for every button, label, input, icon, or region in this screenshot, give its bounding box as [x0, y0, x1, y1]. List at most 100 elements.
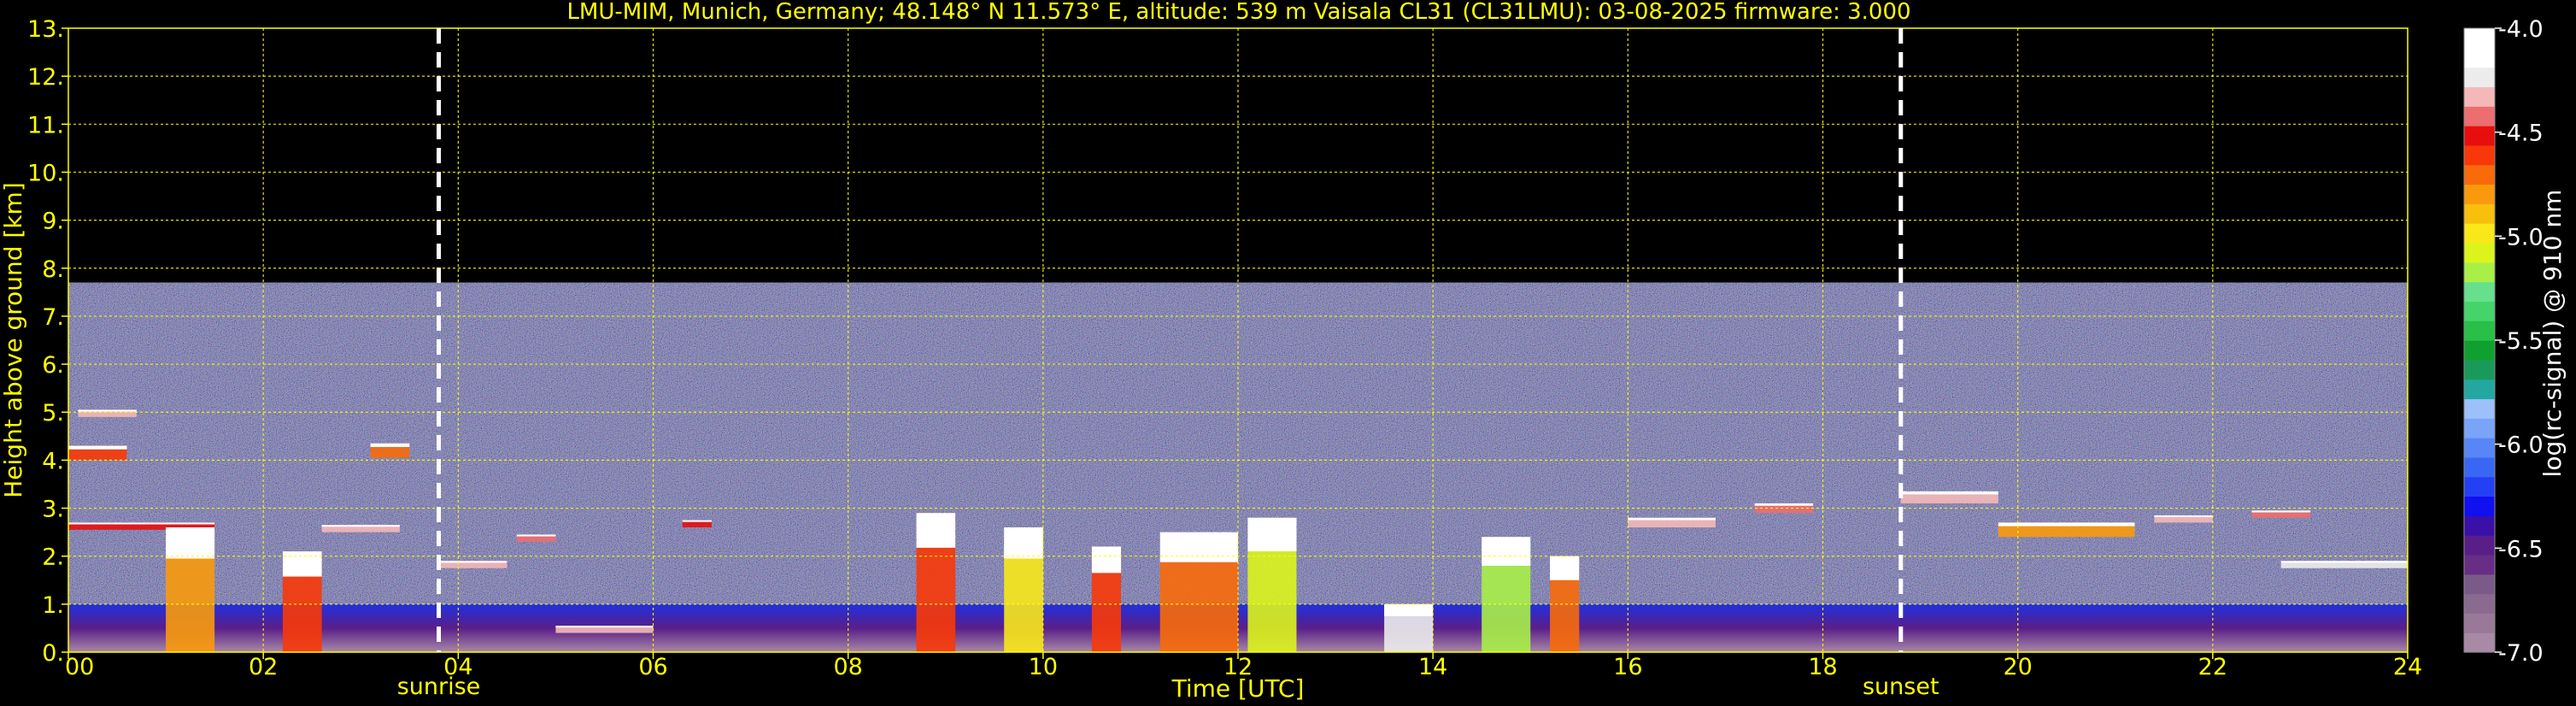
colorbar-tick-label: -5.0	[2498, 224, 2544, 250]
colorbar-swatch	[2464, 28, 2495, 49]
x-tick-label: 22	[2198, 654, 2227, 680]
cloud-base-highlight	[1004, 527, 1043, 559]
colorbar-tick-label: -5.5	[2498, 328, 2544, 355]
colorbar-swatch	[2464, 554, 2495, 575]
x-tick-label: 02	[249, 654, 278, 680]
cloud-base-highlight	[166, 527, 215, 559]
y-tick-label: 12.	[27, 64, 64, 91]
colorbar-swatch	[2464, 613, 2495, 633]
cloud-base-highlight	[321, 525, 400, 527]
cloud-base-highlight	[2251, 510, 2310, 513]
cloud-base-highlight	[1091, 546, 1122, 574]
x-tick-label: 04	[443, 654, 472, 680]
cloud-base-highlight	[1159, 532, 1238, 562]
y-tick-label: 10.	[27, 160, 64, 186]
cloud-base-highlight	[282, 551, 322, 577]
colorbar-swatch	[2464, 476, 2495, 497]
colorbar-swatch	[2464, 321, 2495, 341]
cloud-base-highlight	[78, 409, 137, 412]
colorbar-swatch	[2464, 203, 2495, 224]
colorbar-swatch	[2464, 242, 2495, 263]
colorbar-swatches	[2463, 27, 2496, 653]
colorbar-tick-label: -6.5	[2498, 536, 2544, 562]
colorbar-swatch	[2464, 515, 2495, 536]
colorbar-swatch	[2464, 574, 2495, 595]
x-tick-label: 18	[1808, 654, 1837, 680]
y-tick-label: 5.	[42, 400, 64, 427]
colorbar-tick-label: -4.5	[2498, 121, 2544, 147]
y-tick-label: 0.	[42, 640, 64, 667]
colorbar-swatch	[2464, 301, 2495, 321]
cloud-base-highlight	[1384, 603, 1434, 616]
colorbar-tick-label: -6.0	[2498, 432, 2544, 459]
y-tick-label: 1.	[42, 592, 64, 619]
y-tick-label: 2.	[42, 544, 64, 571]
cloud-base-highlight	[1628, 517, 1716, 521]
cloud-base-highlight	[1998, 522, 2135, 527]
colorbar: -4.0 -4.5 -5.0 -5.5 -6.0 -6.5 -7.0 log(rc-sign…	[2463, 16, 2567, 667]
colorbar-swatch	[2464, 379, 2495, 400]
cloud-base-highlight	[68, 522, 215, 525]
colorbar-swatch	[2464, 47, 2495, 68]
cloud-base-highlight	[555, 626, 654, 628]
sunset-label: sunset	[1863, 674, 1939, 700]
y-tick-label: 6.	[42, 352, 64, 379]
colorbar-swatch	[2464, 184, 2495, 204]
cloud-base-highlight	[2154, 515, 2213, 518]
colorbar-swatch	[2464, 67, 2495, 88]
colorbar-swatch	[2464, 340, 2495, 361]
cloud-base-highlight	[68, 445, 127, 450]
colorbar-swatch	[2464, 438, 2495, 458]
x-tick-label: 00	[65, 654, 94, 680]
y-tick-label: 3.	[42, 497, 64, 523]
y-tick-label: 11.	[27, 112, 64, 138]
y-tick-label: 8.	[42, 256, 64, 283]
cloud-base-highlight	[1900, 491, 1998, 495]
cloud-base-highlight	[1550, 556, 1580, 580]
ceilometer-chart: LMU-MIM, Munich, Germany; 48.148° N 11.5…	[0, 0, 2567, 703]
colorbar-swatch	[2464, 632, 2495, 653]
colorbar-swatch	[2464, 164, 2495, 185]
cloud-base-highlight	[2280, 561, 2408, 563]
colorbar-swatch	[2464, 262, 2495, 283]
y-tick-label: 9.	[42, 209, 64, 235]
colorbar-swatch	[2464, 223, 2495, 244]
y-tick-label: 13.	[27, 16, 64, 43]
colorbar-swatch	[2464, 144, 2495, 166]
cloud-base-highlight	[916, 513, 956, 548]
x-tick-label: 14	[1418, 654, 1447, 680]
x-axis-label: Time [UTC]	[1171, 674, 1305, 703]
colorbar-swatch	[2464, 496, 2495, 516]
colorbar-ticks: -4.0 -4.5 -5.0 -5.5 -6.0 -6.5 -7.0	[2495, 16, 2544, 667]
cloud-base-highlight	[1482, 537, 1531, 566]
x-tick-label: 06	[638, 654, 667, 680]
colorbar-swatch	[2464, 86, 2495, 107]
cloud-base-highlight	[516, 534, 556, 537]
cloud-base-highlight	[1754, 503, 1814, 506]
cloud-base-highlight	[438, 561, 508, 563]
cloud-base-highlight	[682, 520, 712, 522]
x-tick-label: 10	[1029, 654, 1058, 680]
y-axis: 0. 1. 2. 3. 4. 5. 6. 7. 8. 9. 10. 11. 12. 13.	[27, 16, 68, 667]
colorbar-tick-label: -4.0	[2498, 16, 2544, 43]
colorbar-swatch	[2464, 106, 2495, 126]
chart-title: LMU-MIM, Munich, Germany; 48.148° N 11.5…	[566, 0, 1910, 25]
colorbar-swatch	[2464, 359, 2495, 380]
colorbar-swatch	[2464, 418, 2495, 438]
x-tick-label: 24	[2393, 654, 2422, 680]
colorbar-label: log(rc-signal) @ 910 nm	[2538, 190, 2567, 478]
plot-area: sunrise sunset	[67, 27, 2409, 700]
cloud-base-highlight	[370, 443, 410, 447]
cloud-base-highlight	[1247, 517, 1297, 552]
y-tick-label: 7.	[42, 304, 64, 331]
colorbar-tick-label: -7.0	[2498, 640, 2544, 667]
x-tick-label: 08	[833, 654, 862, 680]
colorbar-swatch	[2464, 535, 2495, 556]
colorbar-swatch	[2464, 126, 2495, 146]
colorbar-swatch	[2464, 281, 2495, 302]
x-tick-label: 20	[2003, 654, 2032, 680]
colorbar-swatch	[2464, 456, 2495, 478]
x-tick-label: 16	[1613, 654, 1642, 680]
colorbar-swatch	[2464, 398, 2495, 419]
y-axis-label: Height above ground [km]	[0, 182, 27, 498]
